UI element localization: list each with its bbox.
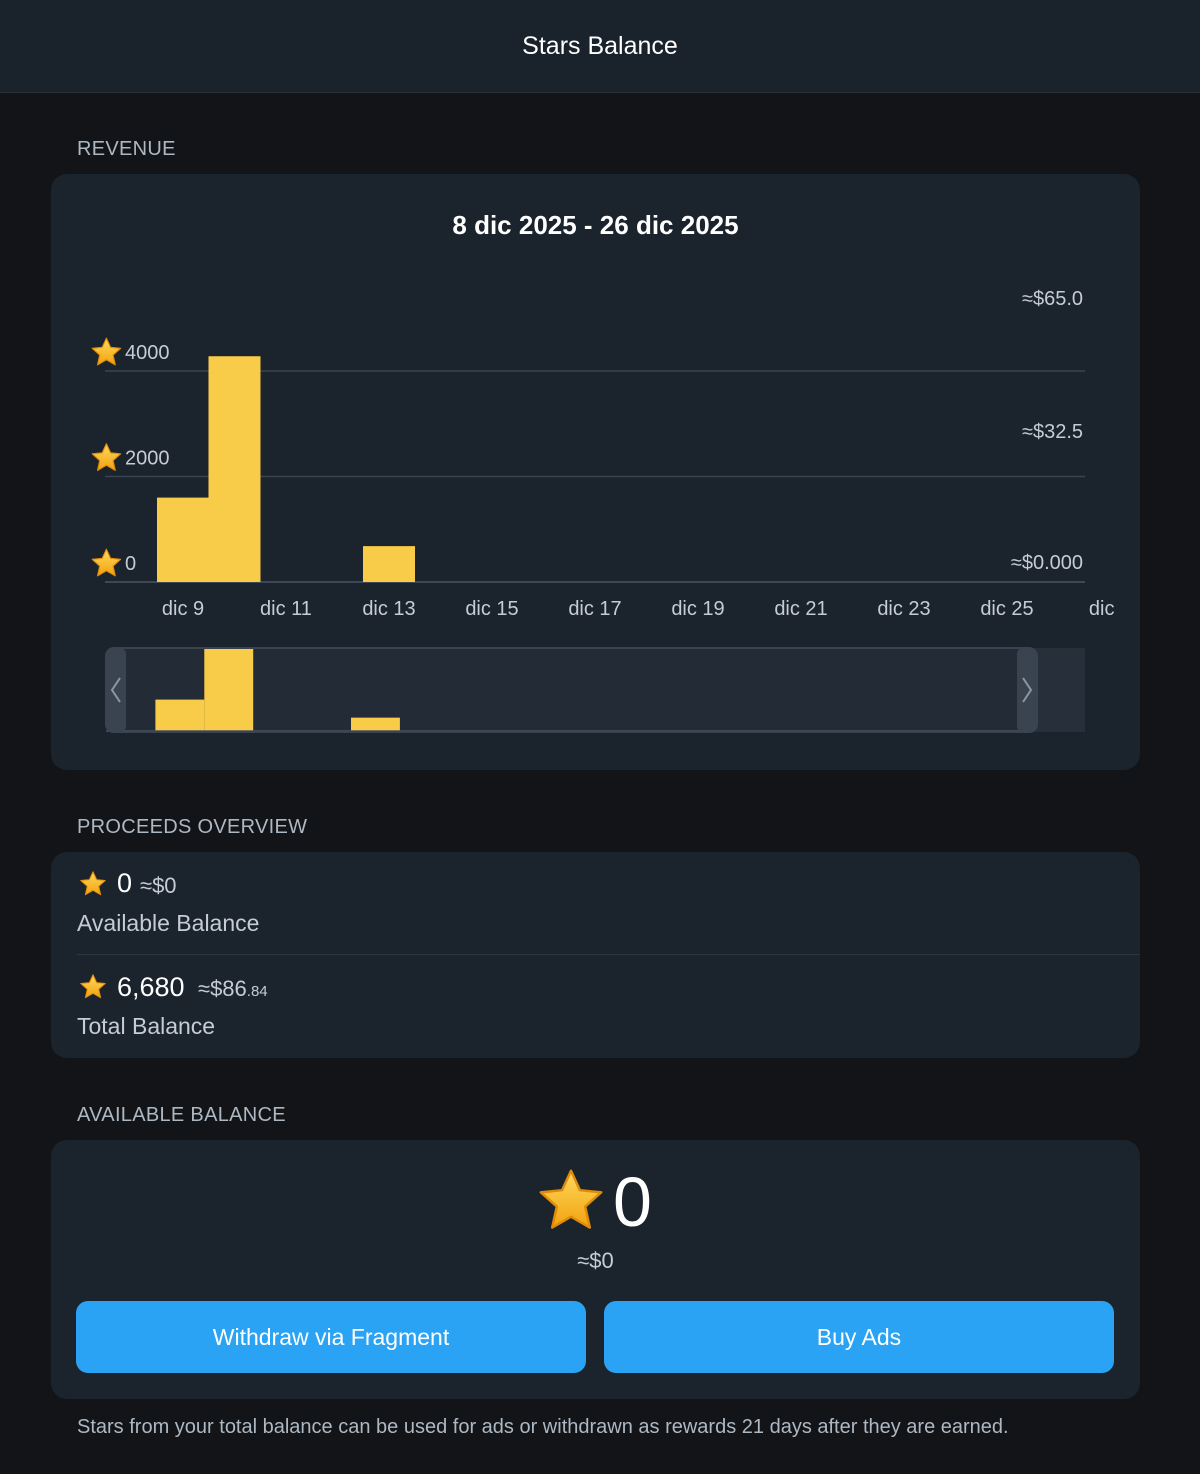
navigator-bar: [155, 699, 205, 731]
y-tick-label: 4000: [125, 342, 170, 364]
navigator-right-handle[interactable]: [1017, 648, 1037, 732]
page-title: Stars Balance: [522, 31, 678, 60]
star-icon: [539, 1169, 603, 1229]
star-icon: [91, 337, 122, 366]
x-tick-label: dic 23: [877, 598, 930, 620]
bar: [208, 356, 261, 582]
bar: [363, 546, 415, 582]
x-tick-label: dic 13: [362, 598, 415, 620]
navigator-left-handle[interactable]: [106, 648, 126, 732]
total-balance-label: Total Balance: [77, 1013, 216, 1039]
available-stars-big: 0: [613, 1163, 652, 1241]
available-section-label: AVAILABLE BALANCE: [77, 1104, 286, 1126]
total-usd-value: ≈$86.84: [198, 976, 268, 1002]
navigator-bar: [351, 717, 400, 731]
star-shape: [91, 548, 122, 577]
x-tick-label: dic 11: [260, 598, 312, 620]
total-usd-cents: .84: [246, 983, 268, 1000]
y-tick-label: 0: [125, 553, 136, 575]
star-shape: [91, 443, 122, 471]
x-tick-label: dic 9: [162, 598, 204, 620]
available-balance-label: Available Balance: [77, 910, 260, 936]
proceeds-card: 0 ≈$0 Available Balance 6,680 ≈$86.84 To…: [51, 852, 1140, 1058]
star-icon: [80, 871, 106, 896]
navigator-right-handle-bg: [1017, 648, 1037, 732]
y-tick-label: 2000: [125, 448, 170, 470]
x-tick-label: dic 17: [568, 598, 621, 620]
total-usd-main: ≈$86: [198, 976, 247, 1001]
right-axis-label: ≈$32.5: [1022, 421, 1083, 443]
right-axis-label: ≈$0.000: [1011, 552, 1083, 574]
navigator-left-handle-bg: [106, 648, 126, 732]
star-icon: [80, 974, 106, 999]
right-axis-label: ≈$65.0: [1022, 288, 1083, 310]
buy-ads-button[interactable]: Buy Ads: [604, 1301, 1114, 1373]
withdraw-button[interactable]: Withdraw via Fragment: [76, 1301, 586, 1373]
proceeds-section-label: PROCEEDS OVERVIEW: [77, 816, 308, 838]
footnote: Stars from your total balance can be use…: [77, 1416, 1009, 1438]
x-tick-label: dic 2: [1089, 598, 1131, 620]
total-stars-value: 6,680: [117, 972, 185, 1002]
divider: [77, 954, 1140, 955]
star-shape: [91, 337, 122, 366]
revenue-card: 8 dic 2025 - 26 dic 2025 0 2000 4000 ≈$0.00…: [51, 174, 1140, 770]
x-tick-label: dic 19: [671, 598, 724, 620]
available-usd-value: ≈$0: [140, 873, 177, 898]
available-stars-value: 0: [117, 868, 133, 898]
x-tick-label: dic 21: [774, 598, 827, 620]
star-icon: [91, 443, 122, 471]
available-balance-card: 0 ≈$0 Withdraw via Fragment Buy Ads: [51, 1140, 1140, 1399]
revenue-section-label: REVENUE: [77, 138, 176, 160]
bar: [157, 497, 209, 582]
star-icon: [91, 548, 122, 577]
top-bar: Stars Balance: [0, 0, 1200, 93]
x-tick-label: dic 15: [465, 598, 518, 620]
x-tick-label: dic 25: [980, 598, 1033, 620]
available-usd-big: ≈$0: [577, 1248, 614, 1273]
navigator-bar: [204, 647, 254, 731]
revenue-chart: 0 2000 4000 ≈$0.000 ≈$32.5 ≈$65.0 dic 9 dic 11…: [91, 288, 1131, 733]
